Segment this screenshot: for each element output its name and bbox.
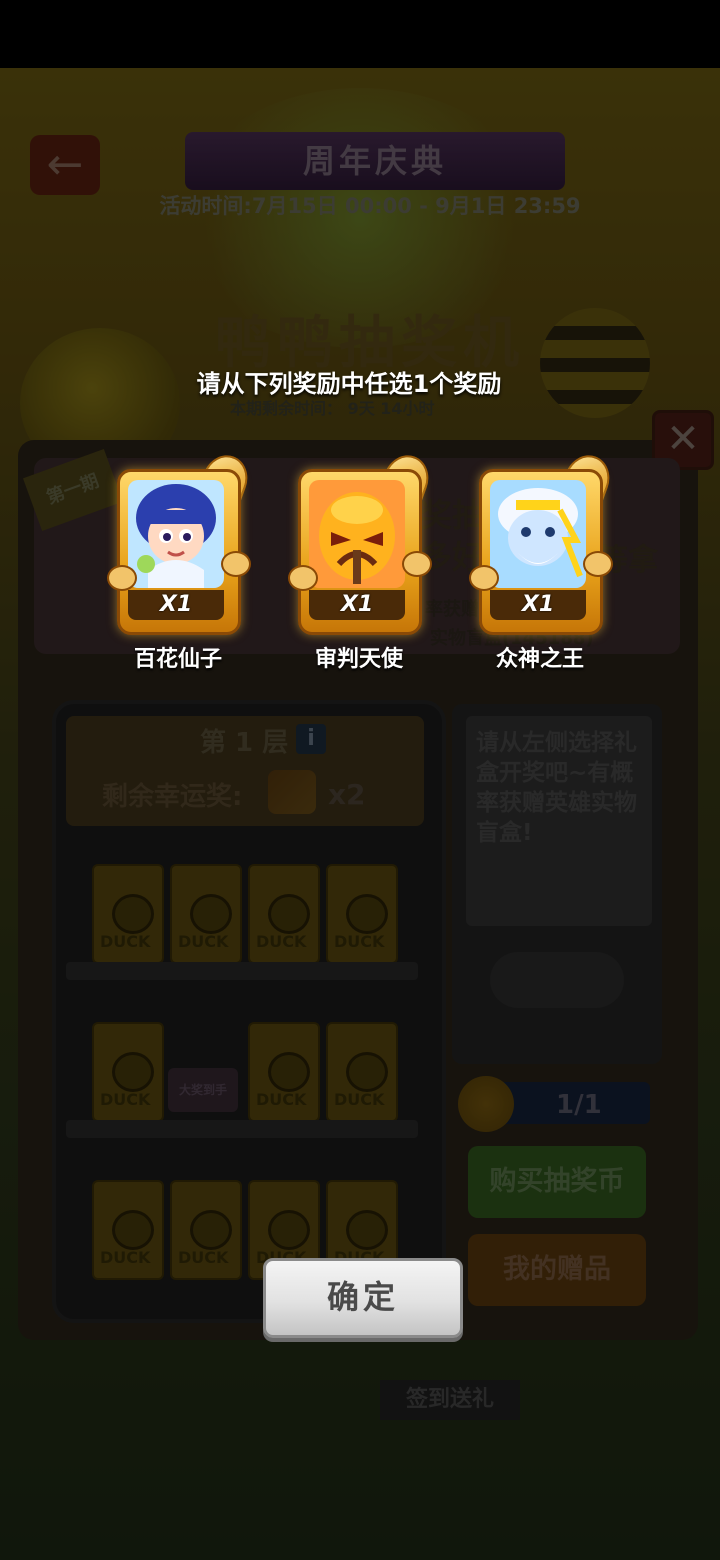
reward-name: 众神之王 xyxy=(495,647,584,672)
reward-qty: X1 xyxy=(128,590,224,620)
hero-portrait-fairy xyxy=(128,480,224,588)
hand-ornament-icon xyxy=(583,551,613,577)
dialog-prompt: 请从下列奖励中任选1个奖励 xyxy=(196,370,502,398)
reward-card-2[interactable]: X1 审判天使 xyxy=(288,448,436,675)
hand-ornament-icon xyxy=(107,565,137,591)
hero-frame: X1 xyxy=(298,469,422,635)
hand-ornament-icon xyxy=(288,565,318,591)
hand-ornament-icon xyxy=(469,565,499,591)
reward-card-3[interactable]: X1 众神之王 xyxy=(469,448,617,675)
reward-qty: X1 xyxy=(490,590,586,620)
reward-name: 审判天使 xyxy=(314,647,403,672)
confirm-button[interactable]: 确定 xyxy=(263,1258,463,1338)
hero-portrait-angel xyxy=(309,480,405,588)
hand-ornament-icon xyxy=(221,551,251,577)
reward-name: 百花仙子 xyxy=(133,647,222,672)
hero-frame: X1 xyxy=(479,469,603,635)
hand-ornament-icon xyxy=(402,551,432,577)
hero-portrait-zeus xyxy=(490,480,586,588)
hero-frame: X1 xyxy=(117,469,241,635)
reward-card-1[interactable]: X1 百花仙子 xyxy=(107,448,255,675)
reward-qty: X1 xyxy=(309,590,405,620)
